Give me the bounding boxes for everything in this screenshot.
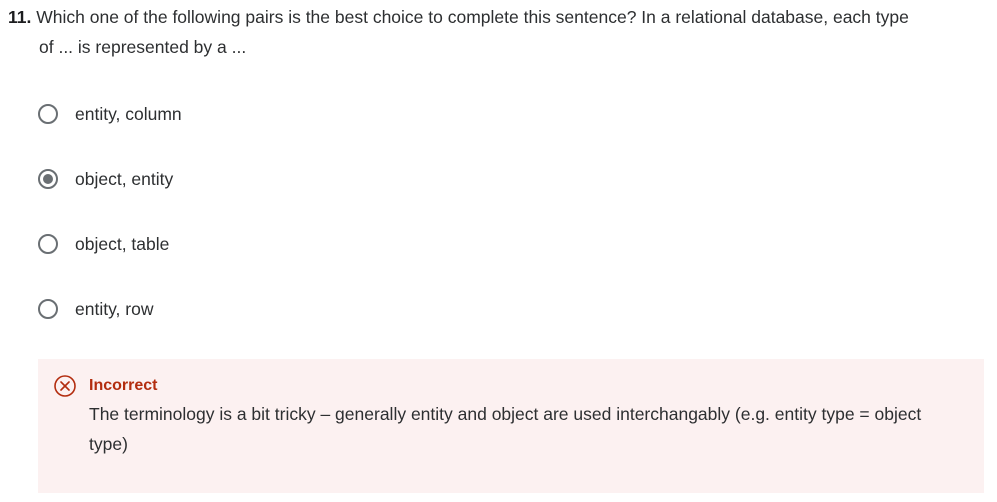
x-circle-icon <box>54 375 76 397</box>
answer-option-label: object, entity <box>75 168 174 189</box>
answer-option-4[interactable]: entity, row <box>38 294 153 324</box>
answer-option-3[interactable]: object, table <box>38 229 169 259</box>
question-number: 11. <box>8 7 32 27</box>
radio-button[interactable] <box>38 234 58 254</box>
answer-option-2[interactable]: object, entity <box>38 164 173 194</box>
radio-button[interactable] <box>38 104 58 124</box>
radio-button[interactable] <box>38 299 58 319</box>
question-line-1: 11. Which one of the following pairs is … <box>8 2 983 32</box>
answer-option-label: entity, column <box>75 103 182 124</box>
question-text: 11. Which one of the following pairs is … <box>8 2 983 62</box>
feedback-status: Incorrect <box>89 377 158 394</box>
radio-button-selected[interactable] <box>38 169 58 189</box>
feedback-panel: Incorrect The terminology is a bit trick… <box>38 359 984 493</box>
feedback-explanation: The terminology is a bit tricky – genera… <box>89 404 922 454</box>
question-line-2: of ... is represented by a ... <box>39 37 247 57</box>
answer-option-1[interactable]: entity, column <box>38 99 182 129</box>
answer-option-label: entity, row <box>75 298 154 319</box>
question-prompt: Which one of the following pairs is the … <box>36 7 909 27</box>
answer-option-label: object, table <box>75 233 170 254</box>
